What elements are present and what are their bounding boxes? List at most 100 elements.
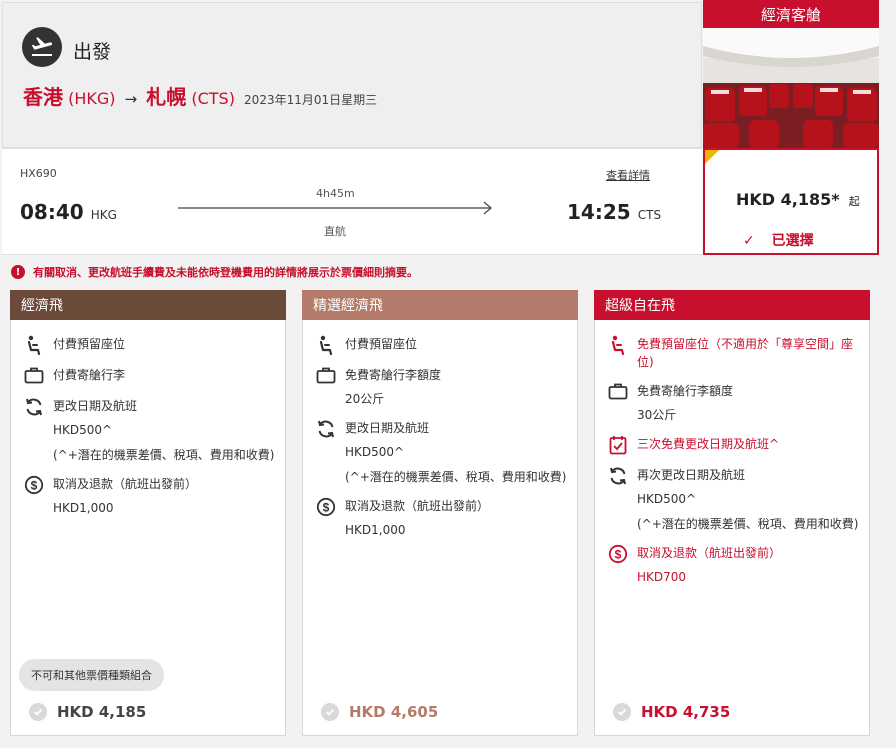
fare-price-button[interactable]: HKD 4,605 (321, 703, 438, 721)
fare-option-economy[interactable]: 經濟飛 付費預留座位 付費寄艙行李 更改日期及航班 HKD500^ (^+潛在的… (10, 290, 286, 736)
fare-option-super-flex[interactable]: 超級自在飛 免費預留座位（不適用於「尊享空間」座位) 免費寄艙行李額度 30公斤… (594, 290, 870, 736)
flight-number: HX690 (20, 167, 57, 180)
selected-price-card[interactable]: HKD 4,185* 起 ✓ 已選擇 (703, 148, 879, 255)
route-arrow: → (124, 90, 138, 108)
route-header: 出發 香港 (HKG) → 札幌 (CTS) 2023年11月01日星期三 (2, 2, 702, 148)
fare-features: 免費預留座位（不適用於「尊享空間」座位) 免費寄艙行李額度 30公斤 三次免費更… (607, 335, 861, 597)
route-summary: 香港 (HKG) → 札幌 (CTS) 2023年11月01日星期三 (23, 81, 377, 110)
fare-features: 付費預留座位 付費寄艙行李 更改日期及航班 HKD500^ (^+潛在的機票差價… (23, 335, 277, 528)
luggage-icon (23, 366, 45, 386)
refund-fee: HKD1,000 (345, 523, 406, 537)
feature-text: 取消及退款（航班出發前） (637, 546, 782, 560)
feature-text: 更改日期及航班 (345, 421, 430, 435)
travel-date: 2023年11月01日星期三 (244, 93, 378, 107)
fare-price-button[interactable]: HKD 4,735 (613, 703, 730, 721)
seat-icon (23, 335, 45, 355)
bag-allowance: 20公斤 (345, 392, 385, 406)
feature-text: 免費預留座位（不適用於「尊享空間」座位) (637, 337, 854, 369)
svg-text:$: $ (615, 548, 622, 562)
feature-bag: 免費寄艙行李額度 (315, 366, 569, 386)
fare-notice: ! 有關取消、更改航班手續費及未能依時登機費用的詳情將展示於票價細則摘要。 (11, 264, 418, 280)
change-note: (^+潛在的機票差價、稅項、費用和收費) (53, 448, 275, 462)
svg-text:$: $ (323, 501, 330, 515)
dest-city: 札幌 (146, 85, 187, 109)
feature-refund: $ 取消及退款（航班出發前） (23, 475, 277, 495)
check-icon: ✓ (743, 233, 755, 249)
fare-title: 精選經濟飛 (302, 290, 578, 320)
refresh-icon (315, 419, 337, 439)
calendar-check-icon (607, 435, 629, 455)
price-from-suffix: 起 (848, 195, 860, 208)
selected-indicator: ✓ 已選擇 (743, 230, 814, 250)
fare-option-economy-plus[interactable]: 精選經濟飛 付費預留座位 免費寄艙行李額度 20公斤 更改日期及航班 HKD50… (302, 290, 578, 736)
check-circle-icon (321, 703, 339, 721)
fare-price-button[interactable]: HKD 4,185 (29, 703, 146, 721)
fare-title: 經濟飛 (10, 290, 286, 320)
feature-bag: 免費寄艙行李額度 (607, 382, 861, 402)
change-fee: HKD500^ (345, 445, 405, 459)
feature-text: 付費預留座位 (53, 337, 126, 351)
feature-text: 付費寄艙行李 (53, 368, 126, 382)
feature-free-change: 三次免費更改日期及航班^ (607, 435, 861, 455)
feature-text: 取消及退款（航班出發前） (345, 499, 490, 513)
feature-refund: $ 取消及退款（航班出發前） (607, 544, 861, 564)
origin-city: 香港 (23, 85, 63, 109)
flight-path-arrow (178, 201, 492, 215)
selected-corner-marker (705, 150, 719, 164)
feature-seat: 免費預留座位（不適用於「尊享空間」座位) (607, 335, 861, 371)
dest-code: (CTS) (191, 89, 235, 108)
feature-refund: $ 取消及退款（航班出發前） (315, 497, 569, 517)
refresh-icon (607, 466, 629, 486)
luggage-icon (315, 366, 337, 386)
departure-time-block: 08:40 HKG (20, 200, 117, 224)
cabin-card[interactable]: 經濟客艙 (703, 0, 879, 148)
departure-code: HKG (90, 208, 117, 222)
feature-text: 更改日期及航班 (53, 399, 138, 413)
fare-features: 付費預留座位 免費寄艙行李額度 20公斤 更改日期及航班 HKD500^ (^+… (315, 335, 569, 550)
feature-seat: 付費預留座位 (315, 335, 569, 355)
fare-price: HKD 4,185 (57, 703, 147, 721)
feature-text: 再次更改日期及航班 (637, 468, 746, 482)
view-details-link[interactable]: 查看詳情 (606, 167, 650, 183)
change-note: (^+潛在的機票差價、稅項、費用和收費) (345, 470, 567, 484)
arrival-code: CTS (637, 208, 662, 222)
departure-time: 08:40 (20, 200, 84, 224)
arrival-time-block: 14:25 CTS (567, 200, 661, 224)
fare-title: 超級自在飛 (594, 290, 870, 320)
feature-text: 三次免費更改日期及航班^ (637, 437, 780, 451)
fare-price: HKD 4,735 (641, 703, 731, 721)
luggage-icon (607, 382, 629, 402)
feature-seat: 付費預留座位 (23, 335, 277, 355)
feature-text: 免費寄艙行李額度 (345, 368, 442, 382)
feature-bag: 付費寄艙行李 (23, 366, 277, 386)
change-fee: HKD500^ (637, 492, 697, 506)
feature-text: 取消及退款（航班出發前） (53, 477, 198, 491)
dollar-circle-icon: $ (23, 475, 45, 495)
alert-icon: ! (11, 265, 25, 279)
fare-price: HKD 4,605 (349, 703, 439, 721)
svg-text:$: $ (31, 479, 38, 493)
arrival-time: 14:25 (567, 200, 631, 224)
selected-label: 已選擇 (771, 233, 814, 249)
price-amount: HKD 4,185* (736, 190, 840, 209)
notice-text: 有關取消、更改航班手續費及未能依時登機費用的詳情將展示於票價細則摘要。 (33, 266, 418, 279)
origin-code: (HKG) (68, 89, 116, 108)
refresh-icon (23, 397, 45, 417)
refund-fee: HKD700 (637, 570, 687, 584)
feature-change: 更改日期及航班 (315, 419, 569, 439)
no-combine-badge: 不可和其他票價種類組合 (19, 659, 164, 691)
depart-label: 出發 (73, 41, 112, 63)
dollar-circle-icon: $ (607, 544, 629, 564)
check-circle-icon (29, 703, 47, 721)
change-note: (^+潛在的機票差價、稅項、費用和收費) (637, 517, 859, 531)
feature-change: 再次更改日期及航班 (607, 466, 861, 486)
airplane-takeoff-icon (22, 27, 62, 67)
seat-icon (607, 335, 629, 355)
feature-text: 付費預留座位 (345, 337, 418, 351)
feature-change: 更改日期及航班 (23, 397, 277, 417)
flight-selection-page: 出發 香港 (HKG) → 札幌 (CTS) 2023年11月01日星期三 經濟… (0, 0, 896, 748)
flight-row[interactable]: HX690 查看詳情 08:40 HKG 4h45m 直航 14:25 CTS (2, 148, 702, 255)
cabin-interior-image (703, 28, 879, 148)
refund-fee: HKD1,000 (53, 501, 114, 515)
dollar-circle-icon: $ (315, 497, 337, 517)
